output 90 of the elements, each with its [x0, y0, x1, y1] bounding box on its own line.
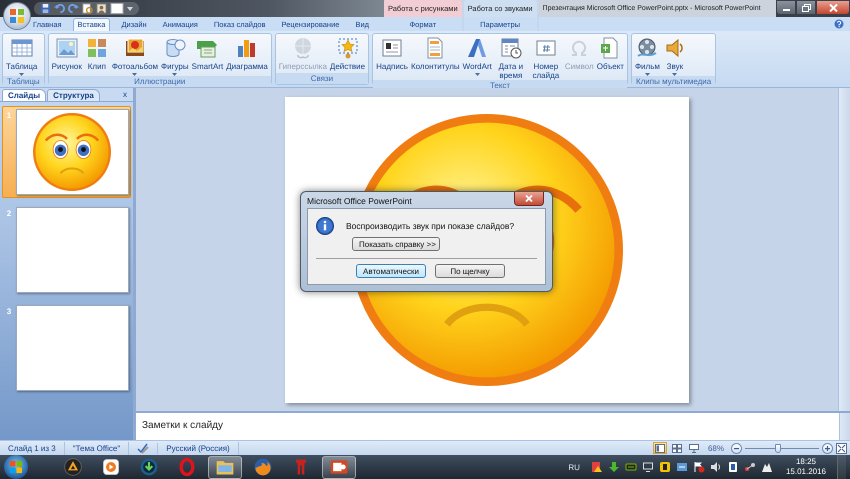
- normal-view-icon: [654, 444, 665, 452]
- emoticon: [33, 113, 112, 191]
- restore-icon: [802, 4, 810, 12]
- download-icon[interactable]: [608, 461, 620, 473]
- windows-logo-icon: [10, 461, 22, 473]
- clock-date[interactable]: 15.01.2016: [786, 467, 826, 477]
- zoom-slider[interactable]: [745, 444, 819, 452]
- dialog-message: Воспроизводить звук при показе слайдов?: [346, 221, 514, 231]
- undo-icon[interactable]: [54, 3, 65, 14]
- ribbon-button[interactable]: Надпись: [375, 36, 409, 71]
- dialog-button[interactable]: По щелчку: [435, 264, 505, 278]
- slide-number: 1: [6, 110, 12, 122]
- flag-icon[interactable]: [692, 461, 705, 473]
- slide-number: 2: [6, 208, 12, 220]
- language-indicator[interactable]: RU: [568, 462, 580, 472]
- device-icon[interactable]: [726, 461, 739, 473]
- calendar-icon: [498, 36, 523, 60]
- download-icon: [139, 457, 159, 477]
- close-icon: [525, 195, 533, 202]
- group-label: Клипы мультимедиа: [632, 76, 716, 87]
- portrait-icon[interactable]: [96, 3, 107, 14]
- ribbon-button[interactable]: Клип: [84, 36, 110, 71]
- volume-icon[interactable]: [710, 461, 722, 473]
- start-button[interactable]: [4, 455, 28, 479]
- restore-button[interactable]: [796, 0, 816, 15]
- group-label: Таблицы: [3, 76, 44, 87]
- monitor-icon[interactable]: [642, 461, 654, 473]
- caret-icon[interactable]: [127, 6, 133, 10]
- slideshow-icon: [688, 444, 699, 452]
- group-label: Иллюстрации: [48, 76, 271, 87]
- ribbon-button[interactable]: Диаграмма: [225, 36, 269, 71]
- view-button[interactable]: [686, 442, 701, 454]
- scrollbar[interactable]: [839, 413, 850, 440]
- scrollbar[interactable]: [838, 88, 850, 411]
- notes-field[interactable]: Заметки к слайду: [136, 413, 839, 440]
- close-button[interactable]: x: [123, 90, 127, 99]
- app-icon[interactable]: [658, 461, 671, 473]
- ribbon-button[interactable]: Колонтитулы: [410, 36, 461, 71]
- print-preview-icon[interactable]: [82, 3, 93, 14]
- fit-window-icon[interactable]: [836, 442, 847, 454]
- play-icon: [101, 457, 121, 477]
- ribbon-button[interactable]: Рисунок: [50, 36, 83, 71]
- pane-tab[interactable]: Слайды: [2, 89, 46, 101]
- ribbon-button[interactable]: Номер слайда: [528, 36, 563, 80]
- ribbon-button[interactable]: Таблица: [5, 36, 38, 76]
- view-button[interactable]: [652, 442, 667, 454]
- picture-icon: [54, 36, 79, 60]
- ring-icon: [177, 457, 197, 477]
- ribbon-button[interactable]: Объект: [596, 36, 625, 71]
- ribbon-button[interactable]: WordArt: [462, 36, 493, 76]
- close-button[interactable]: [514, 192, 544, 206]
- view-button[interactable]: [670, 442, 684, 454]
- spellcheck-icon[interactable]: [137, 442, 150, 454]
- slider-thumb[interactable]: [775, 444, 782, 452]
- taskbar-button[interactable]: [322, 456, 356, 478]
- dialog-title: Microsoft Office PowerPoint: [307, 195, 413, 206]
- network-icon[interactable]: [744, 461, 756, 473]
- blank-document-icon[interactable]: [110, 3, 124, 14]
- office-logo-icon: [9, 8, 25, 24]
- info-icon: [316, 217, 334, 235]
- plus-icon: [824, 444, 831, 452]
- save-icon[interactable]: [40, 3, 51, 14]
- chip-icon[interactable]: [624, 461, 637, 473]
- zoom-in-button[interactable]: [822, 442, 833, 454]
- ribbon-button[interactable]: Фигуры: [160, 36, 190, 76]
- ribbon-button[interactable]: Действие: [328, 36, 366, 71]
- globe-icon: [253, 457, 273, 477]
- ribbon-button[interactable]: Звук: [662, 36, 688, 76]
- zoom-level: 68%: [706, 444, 725, 452]
- zoom-out-button[interactable]: [731, 442, 742, 454]
- mountain-icon[interactable]: [760, 461, 773, 473]
- ribbon-button[interactable]: Фильм: [634, 36, 661, 76]
- dialog-button[interactable]: Автоматически: [356, 264, 426, 278]
- slide-number: 3: [6, 306, 12, 318]
- star-icon: [336, 36, 360, 60]
- grid-icon: [672, 444, 682, 452]
- window-icon[interactable]: [676, 461, 688, 473]
- details-button[interactable]: Показать справку >>: [352, 237, 440, 251]
- ribbon-button[interactable]: Дата и время: [494, 36, 528, 80]
- help-icon[interactable]: [834, 18, 844, 28]
- close-button[interactable]: [816, 0, 850, 15]
- minimize-button[interactable]: [776, 0, 796, 15]
- warning-icon[interactable]: [590, 461, 603, 473]
- clock-time[interactable]: 18:25: [796, 457, 816, 467]
- ribbon-button[interactable]: SmartArt: [190, 36, 224, 71]
- group-label: Связи: [276, 73, 368, 84]
- pane-tab[interactable]: Структура: [47, 89, 100, 101]
- close-icon: [828, 4, 838, 12]
- caret-icon: [474, 73, 480, 76]
- ribbon-button[interactable]: Фотоальбом: [110, 36, 160, 76]
